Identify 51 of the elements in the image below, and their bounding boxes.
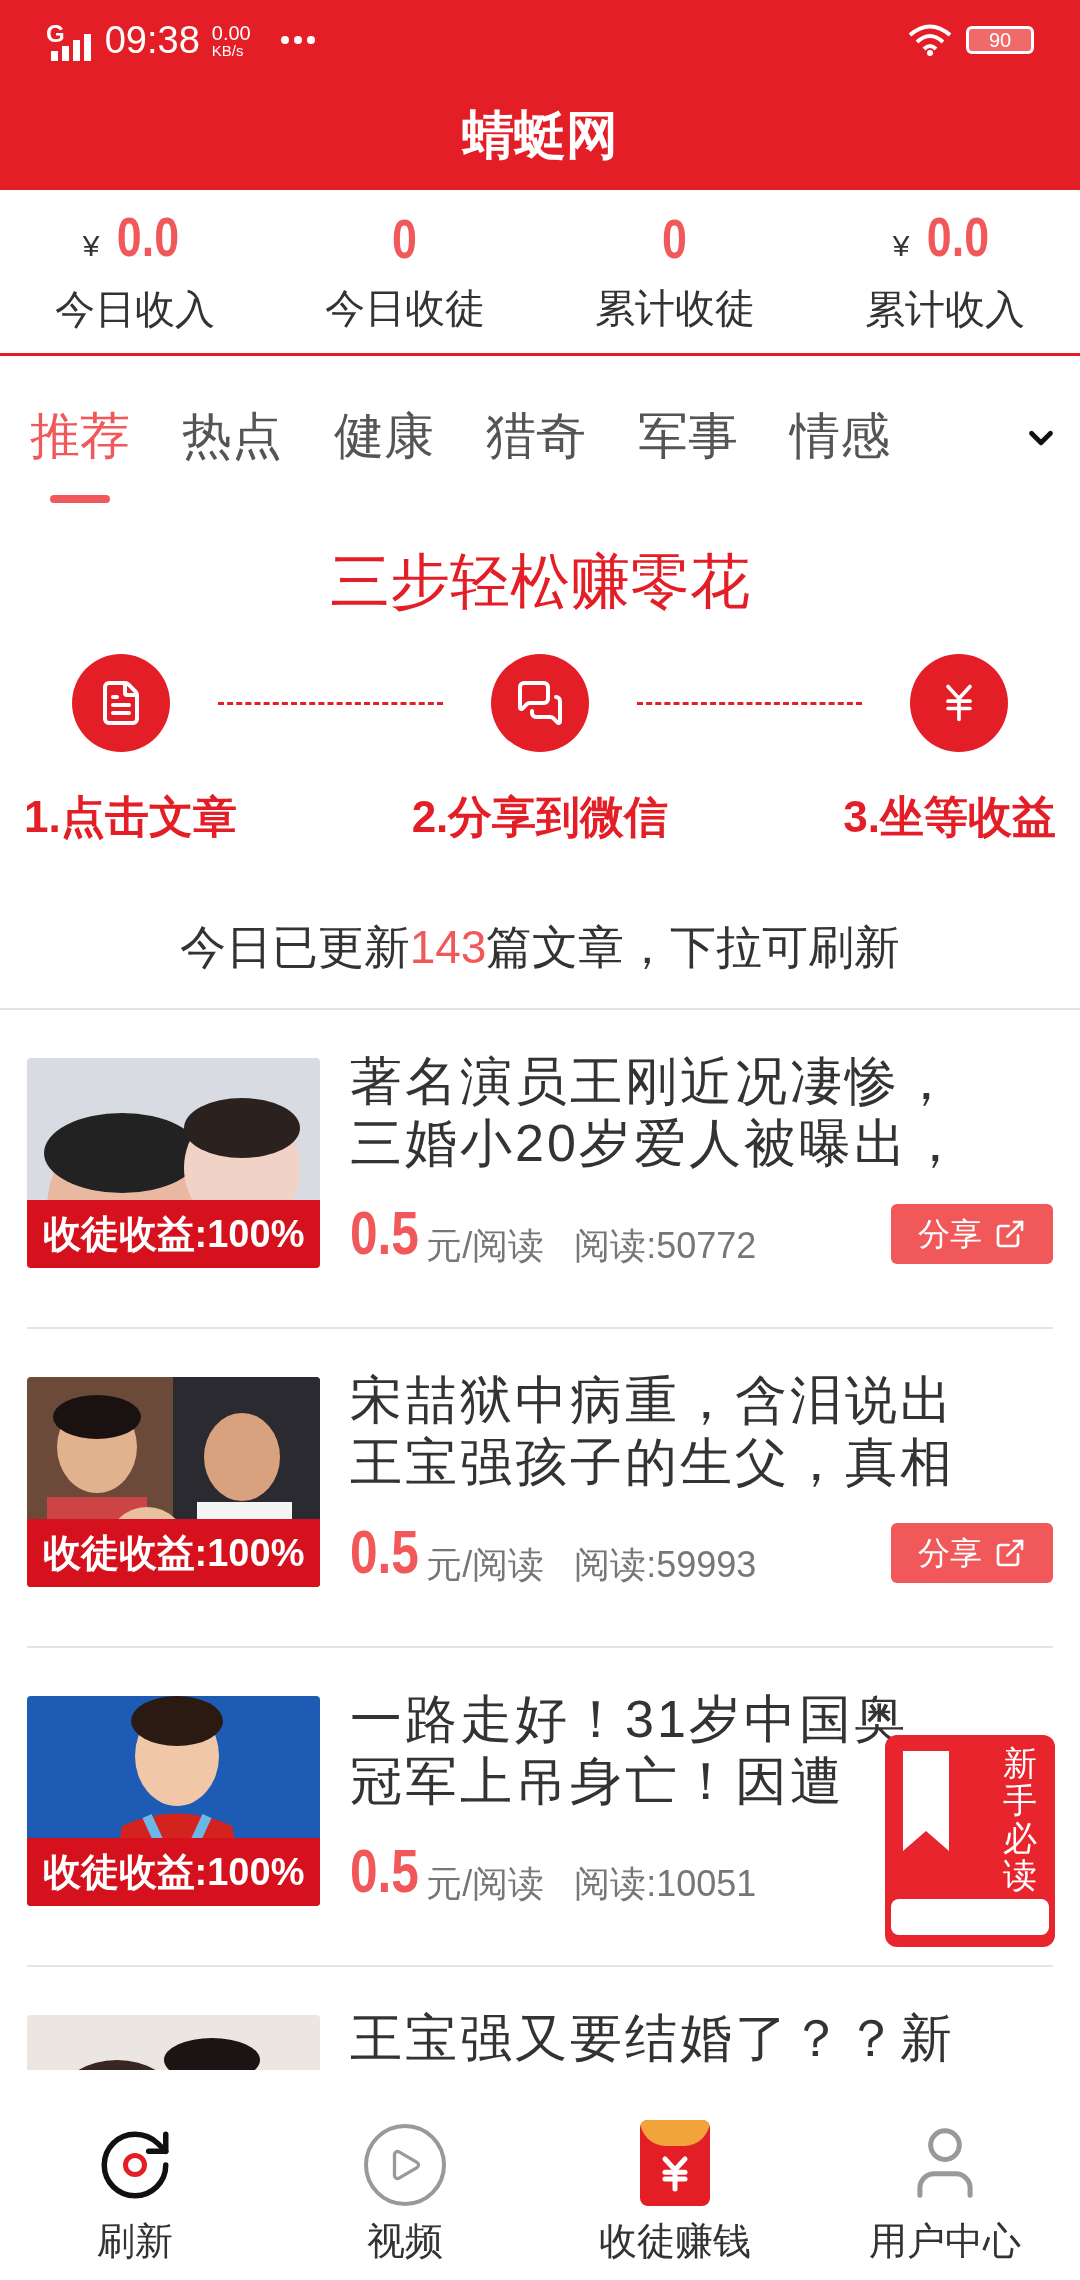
stat-label: 累计收徒 bbox=[595, 284, 755, 332]
category-tab[interactable]: 热点 bbox=[182, 411, 282, 509]
step-label: 1.点击文章 bbox=[24, 795, 237, 839]
price-value: 0.5 bbox=[350, 1521, 419, 1583]
stat-value: 0 bbox=[392, 210, 418, 267]
clock: 09:38 bbox=[104, 17, 200, 63]
stat-label: 今日收入 bbox=[55, 286, 215, 333]
category-tab[interactable]: 猎奇 bbox=[486, 411, 586, 509]
read-count: 阅读:10051 bbox=[574, 1866, 757, 1902]
category-tab[interactable]: 军事 bbox=[638, 411, 738, 509]
currency-sign: ¥ bbox=[82, 228, 100, 264]
stat-value: 0 bbox=[662, 210, 688, 267]
wifi-icon bbox=[908, 24, 952, 56]
bookmark-icon bbox=[903, 1751, 949, 1851]
battery-icon: 90 bbox=[966, 26, 1034, 54]
commission-tag: 收徒收益:100% bbox=[27, 1519, 320, 1587]
price-unit: 元/阅读 bbox=[426, 1228, 545, 1264]
update-notice: 今日已更新143篇文章，下拉可刷新 bbox=[179, 924, 901, 970]
commission-tag: 收徒收益:100% bbox=[27, 1838, 320, 1906]
play-icon bbox=[364, 2124, 446, 2206]
price-unit: 元/阅读 bbox=[426, 1547, 545, 1583]
app-title: 蜻蜓网 bbox=[462, 105, 618, 166]
step-label: 3.坐等收益 bbox=[843, 795, 1056, 839]
external-link-icon bbox=[994, 1537, 1026, 1569]
article-title[interactable]: 王宝强又要结婚了？？新 bbox=[350, 2001, 955, 2070]
nav-tab[interactable]: 刷新 bbox=[0, 2070, 270, 2280]
steps-title: 三步轻松赚零花 bbox=[330, 552, 750, 612]
stat-label: 累计收入 bbox=[865, 286, 1025, 333]
nav-tab[interactable]: 用户中心 bbox=[810, 2070, 1080, 2280]
category-tab[interactable]: 健康 bbox=[334, 411, 434, 509]
stat-label: 今日收徒 bbox=[325, 284, 485, 332]
category-tab[interactable]: 情感 bbox=[790, 411, 890, 509]
nav-tab[interactable]: 收徒赚钱 bbox=[540, 2070, 810, 2280]
stat-value: 0.0 bbox=[117, 209, 180, 265]
read-count: 阅读:50772 bbox=[574, 1228, 757, 1264]
nav-tab[interactable]: 视频 bbox=[270, 2070, 540, 2280]
network-label: G bbox=[46, 22, 65, 46]
speed-unit: KB/s bbox=[211, 42, 245, 58]
speed-value: 0.00 bbox=[211, 22, 251, 43]
article-title[interactable]: 冠军上吊身亡！因遭 bbox=[350, 1744, 845, 1818]
external-link-icon bbox=[994, 1218, 1026, 1250]
commission-tag: 收徒收益:100% bbox=[27, 1200, 320, 1268]
stat-value: 0.0 bbox=[927, 209, 990, 265]
more-icon bbox=[280, 36, 315, 44]
price-value: 0.5 bbox=[350, 1840, 419, 1902]
currency-sign: ¥ bbox=[892, 228, 910, 264]
price-unit: 元/阅读 bbox=[426, 1866, 545, 1902]
step-label: 2.分享到微信 bbox=[411, 795, 669, 839]
read-count: 阅读:59993 bbox=[574, 1547, 757, 1583]
envelope-icon bbox=[640, 2120, 710, 2206]
price-value: 0.5 bbox=[350, 1202, 419, 1264]
